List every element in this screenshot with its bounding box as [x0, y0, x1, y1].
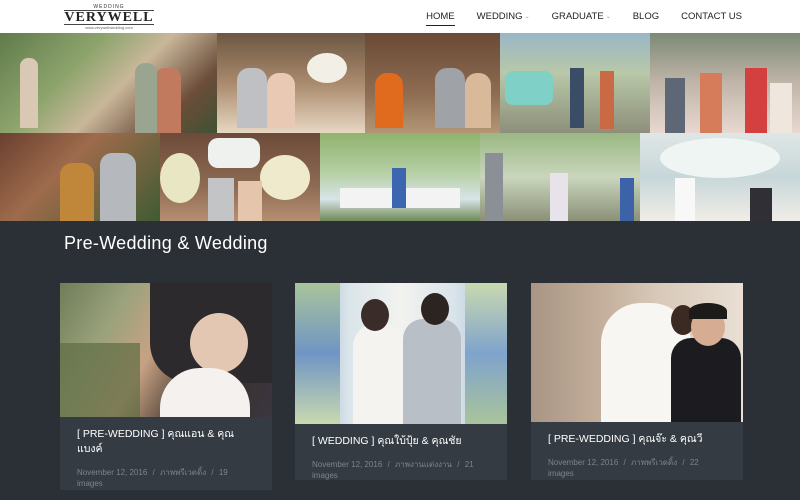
- chevron-down-icon: ⌄: [524, 14, 530, 20]
- card-meta: November 12, 2016 / ภาพพรีเวดดิ้ง / 19 i…: [77, 466, 256, 488]
- banner-photo[interactable]: [650, 33, 800, 133]
- main-nav: HOME WEDDING ⌄ GRADUATE ⌄ BLOG CONTACT US: [426, 0, 742, 33]
- site-header: WEDDING VERYWELL www.verywellwedding.com…: [0, 0, 800, 33]
- card-title[interactable]: [ WEDDING ] คุณใบ้ปุ้ย & คุณชัย: [312, 434, 491, 449]
- banner-photo[interactable]: [500, 33, 650, 133]
- card-category[interactable]: ภาพพรีเวดดิ้ง: [160, 468, 206, 477]
- card-date: November 12, 2016: [548, 458, 619, 467]
- card-category[interactable]: ภาพพรีเวดดิ้ง: [631, 458, 677, 467]
- nav-contact-label: CONTACT US: [681, 11, 742, 22]
- card-category[interactable]: ภาพงานแต่งงาน: [395, 460, 452, 469]
- card-title[interactable]: [ PRE-WEDDING ] คุณจ๊ะ & คุณวี: [548, 432, 727, 447]
- card-meta: November 12, 2016 / ภาพพรีเวดดิ้ง / 22 i…: [548, 456, 727, 478]
- meta-separator: /: [211, 468, 214, 477]
- banner-photo[interactable]: [0, 33, 217, 133]
- gallery-card[interactable]: [ PRE-WEDDING ] คุณแอน & คุณแบงค์ Novemb…: [60, 283, 272, 490]
- photo-banner: [0, 33, 800, 221]
- logo-url: www.verywellwedding.com: [85, 25, 133, 30]
- banner-photo[interactable]: [160, 133, 320, 221]
- meta-separator: /: [152, 468, 155, 477]
- logo-wordmark: VERYWELL: [64, 10, 154, 25]
- card-date: November 12, 2016: [312, 460, 383, 469]
- card-title[interactable]: [ PRE-WEDDING ] คุณแอน & คุณแบงค์: [77, 427, 256, 457]
- card-body: [ PRE-WEDDING ] คุณแอน & คุณแบงค์ Novemb…: [60, 417, 272, 498]
- meta-separator: /: [387, 460, 390, 469]
- chevron-down-icon: ⌄: [605, 14, 611, 20]
- banner-photo[interactable]: [320, 133, 480, 221]
- card-photo[interactable]: [60, 283, 272, 417]
- nav-home-label: HOME: [426, 11, 455, 22]
- site-logo[interactable]: WEDDING VERYWELL www.verywellwedding.com: [64, 4, 154, 30]
- meta-separator: /: [623, 458, 626, 467]
- banner-photo[interactable]: [480, 133, 640, 221]
- meta-separator: /: [682, 458, 685, 467]
- card-photo[interactable]: [295, 283, 507, 424]
- banner-photo[interactable]: [640, 133, 800, 221]
- nav-wedding-label: WEDDING: [476, 11, 523, 22]
- banner-photo[interactable]: [217, 33, 365, 133]
- card-date: November 12, 2016: [77, 468, 148, 477]
- nav-graduate[interactable]: GRADUATE ⌄: [552, 0, 611, 33]
- nav-blog[interactable]: BLOG: [633, 0, 659, 33]
- nav-contact[interactable]: CONTACT US: [681, 0, 742, 33]
- nav-graduate-label: GRADUATE: [551, 11, 604, 22]
- meta-separator: /: [457, 460, 460, 469]
- gallery-card[interactable]: [ PRE-WEDDING ] คุณจ๊ะ & คุณวี November …: [531, 283, 743, 480]
- nav-home[interactable]: HOME: [426, 0, 455, 33]
- card-meta: November 12, 2016 / ภาพงานแต่งงาน / 21 i…: [312, 458, 491, 480]
- nav-blog-label: BLOG: [632, 11, 660, 22]
- section-title: Pre-Wedding & Wedding: [64, 233, 268, 253]
- nav-wedding[interactable]: WEDDING ⌄: [477, 0, 530, 33]
- card-body: [ PRE-WEDDING ] คุณจ๊ะ & คุณวี November …: [531, 422, 743, 488]
- banner-photo[interactable]: [365, 33, 500, 133]
- card-photo[interactable]: [531, 283, 743, 422]
- banner-photo[interactable]: [0, 133, 160, 221]
- card-body: [ WEDDING ] คุณใบ้ปุ้ย & คุณชัย November…: [295, 424, 507, 490]
- gallery-card[interactable]: [ WEDDING ] คุณใบ้ปุ้ย & คุณชัย November…: [295, 283, 507, 480]
